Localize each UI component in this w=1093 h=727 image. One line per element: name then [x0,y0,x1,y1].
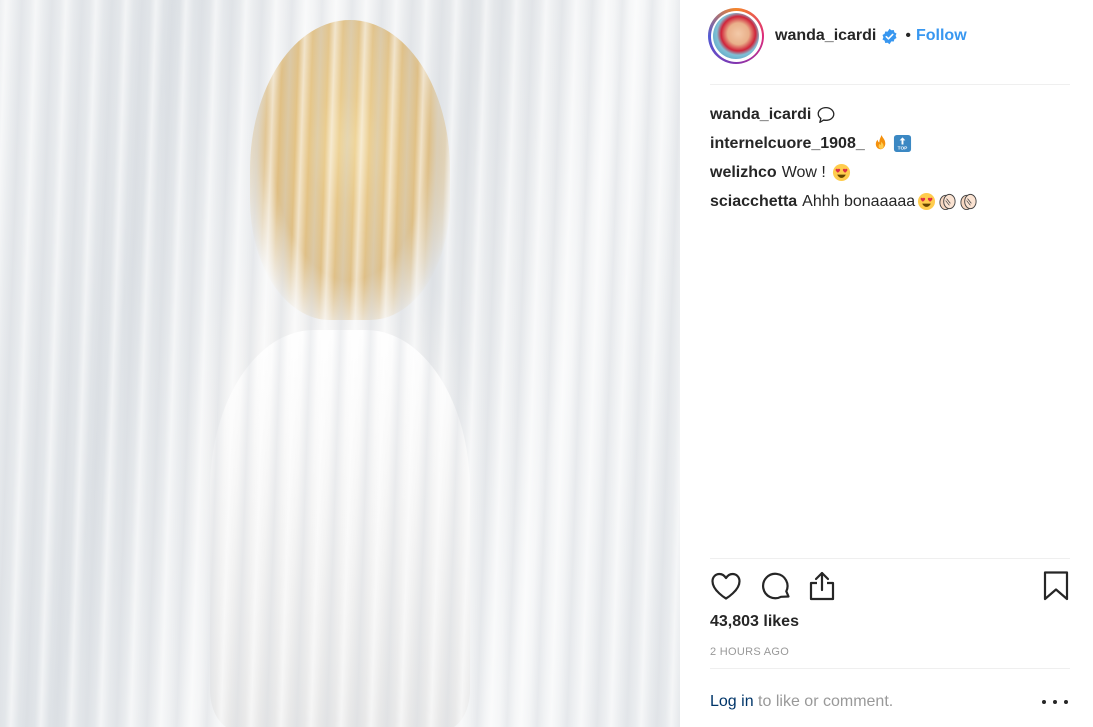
login-prompt-text: to like or comment. [758,693,894,710]
footer-divider [710,668,1070,669]
post-sidebar: wanda_icardi • Follow wanda_icardi inter… [680,0,1093,727]
post-photo[interactable] [0,0,680,727]
login-link[interactable]: Log in [710,693,754,710]
comment-item: welizhco Wow ! [710,158,1070,187]
svg-text:TOP: TOP [897,146,907,152]
more-options-icon[interactable] [1042,692,1068,712]
comment-item: wanda_icardi [710,100,1070,129]
share-icon [807,570,837,602]
login-prompt: Log in to like or comment. [710,693,893,711]
avatar[interactable] [708,8,764,64]
speech-bubble-icon [816,106,836,124]
comment-text: Ahhh bonaaaaa [802,192,916,210]
comment-button[interactable] [758,568,794,604]
clapping-hands-emoji-icon [938,192,957,211]
comment-item: internelcuore_1908_ TOP [710,129,1070,158]
comment-username[interactable]: welizhco [710,164,777,182]
comment-text: Wow ! [781,163,826,181]
heart-eyes-emoji-icon [917,192,936,211]
post-actions [708,568,1072,608]
post-timestamp[interactable]: 2 HOURS AGO [710,646,789,658]
post-header: wanda_icardi • Follow [708,8,1068,64]
verified-badge-icon [881,28,898,45]
actions-divider [710,558,1070,559]
comment-icon [760,570,792,602]
likes-count[interactable]: 43,803 likes [710,613,799,631]
follow-button[interactable]: Follow [916,27,967,45]
top-arrow-emoji-icon: TOP [893,134,912,153]
header-divider [710,84,1070,85]
clapping-hands-emoji-icon [959,192,978,211]
like-button[interactable] [708,568,744,604]
comment-username[interactable]: internelcuore_1908_ [710,135,865,153]
comment-username[interactable]: wanda_icardi [710,106,811,124]
comment-item: sciacchetta Ahhh bonaaaaa [710,187,1070,216]
comment-username[interactable]: sciacchetta [710,193,797,211]
heart-eyes-emoji-icon [832,163,851,182]
bookmark-icon [1042,570,1070,602]
header-separator: • [905,27,911,44]
avatar-image [713,13,759,59]
photo-veil-overlay [0,0,680,727]
share-button[interactable] [804,568,840,604]
comments-list: wanda_icardi internelcuore_1908_ TOP wel… [710,100,1070,216]
header-username[interactable]: wanda_icardi [775,27,876,45]
fire-emoji-icon [872,134,891,153]
heart-icon [710,571,742,601]
save-button[interactable] [1038,568,1074,604]
